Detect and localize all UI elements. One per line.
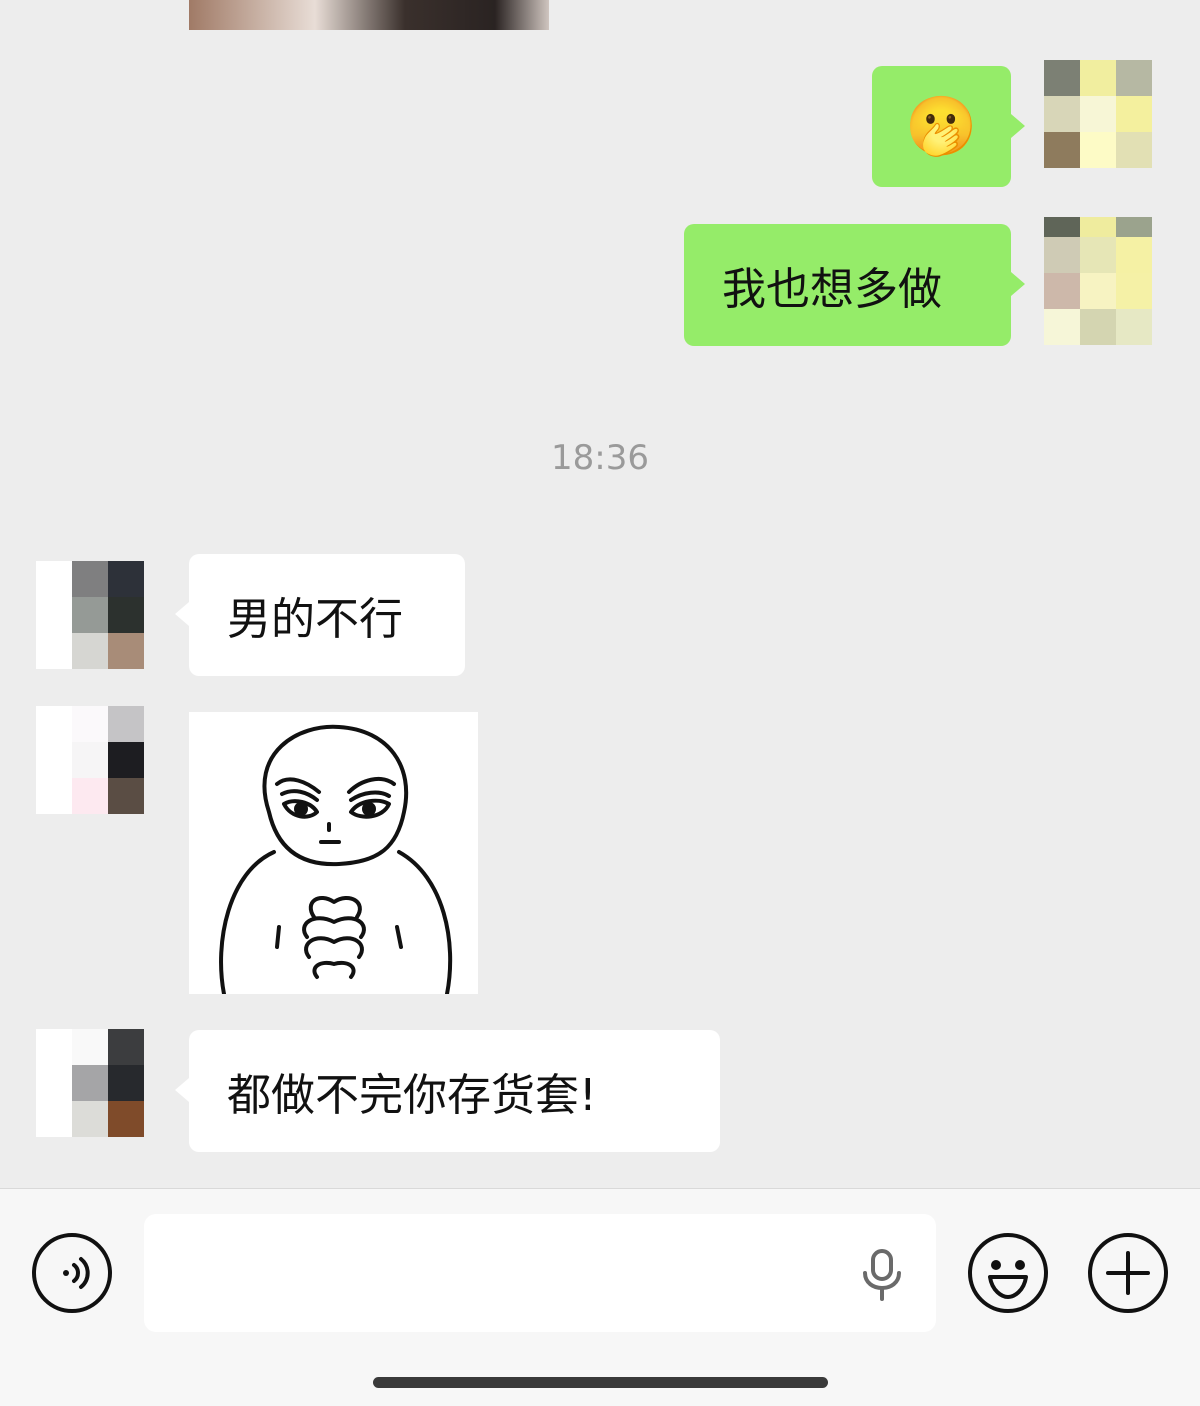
plus-icon <box>1106 1251 1150 1295</box>
message-text: 都做不完你存货套! <box>227 1070 597 1121</box>
home-indicator[interactable] <box>373 1377 828 1388</box>
sent-emoji-bubble[interactable]: 🫢 <box>872 66 1025 187</box>
contact-avatar[interactable] <box>36 561 144 669</box>
more-actions-button[interactable] <box>1088 1233 1168 1313</box>
my-avatar[interactable] <box>1044 60 1152 168</box>
my-avatar[interactable] <box>1044 217 1152 345</box>
determined-face-sticker-icon <box>219 724 453 994</box>
message-text: 我也想多做 <box>722 264 942 315</box>
hold-to-talk-mic-button[interactable] <box>855 1247 909 1301</box>
received-text-bubble[interactable]: 男的不行 <box>175 554 465 676</box>
received-text-bubble[interactable]: 都做不完你存货套! <box>175 1030 720 1152</box>
microphone-icon <box>863 1249 901 1301</box>
smiley-icon <box>988 1260 1028 1299</box>
sent-text-bubble[interactable]: 我也想多做 <box>684 224 1025 346</box>
contact-avatar[interactable] <box>36 706 144 814</box>
emoji-button[interactable] <box>968 1233 1048 1313</box>
hand-over-mouth-emoji: 🫢 <box>905 92 978 160</box>
message-input[interactable] <box>144 1214 936 1332</box>
previous-photo-message[interactable] <box>189 0 549 30</box>
chat-timestamp: 18:36 <box>551 438 649 478</box>
chat-input-bar <box>0 1188 1200 1406</box>
voice-wave-icon <box>63 1257 90 1289</box>
voice-toggle-button[interactable] <box>32 1233 112 1313</box>
contact-avatar[interactable] <box>36 1029 144 1137</box>
sticker-message[interactable] <box>189 712 478 994</box>
message-text: 男的不行 <box>227 594 403 645</box>
